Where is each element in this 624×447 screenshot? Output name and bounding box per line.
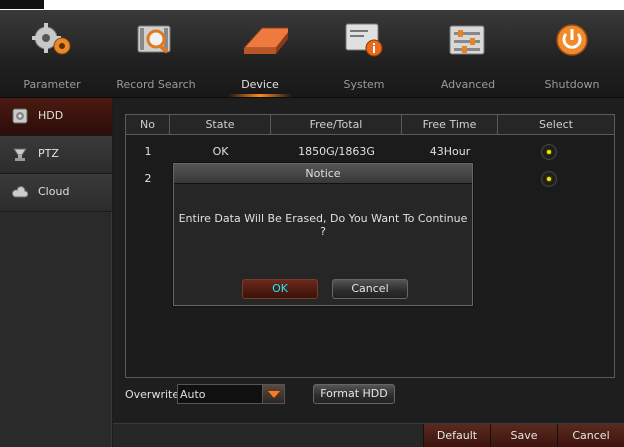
sidebar-item-ptz[interactable]: PTZ: [0, 136, 112, 174]
sidebar-item-label: HDD: [38, 109, 64, 122]
chevron-down-icon[interactable]: [262, 385, 284, 403]
cell-no: 2: [144, 172, 152, 185]
overwrite-value: Auto: [180, 388, 206, 401]
record-search-icon: [137, 25, 171, 54]
cell-free-time: 43Hour: [429, 145, 471, 158]
default-button[interactable]: Default: [423, 424, 490, 447]
cloud-icon: [12, 186, 28, 198]
nav-item-label: Parameter: [23, 78, 81, 91]
footer-bar: Default Save Cancel: [113, 423, 624, 447]
nav-item-label: Device: [241, 78, 279, 91]
dialog-cancel-button[interactable]: Cancel: [332, 279, 408, 299]
sidebar-item-label: PTZ: [38, 147, 59, 160]
table-header: No State Free/Total Free Time Select: [126, 115, 614, 135]
dialog-title: Notice: [174, 164, 472, 184]
nav-item-label: Advanced: [440, 78, 496, 91]
format-hdd-button[interactable]: Format HDD: [313, 384, 395, 404]
power-icon: [556, 24, 588, 56]
gears-icon: [32, 23, 71, 55]
notice-dialog: Notice Entire Data Will Be Erased, Do Yo…: [173, 163, 473, 306]
top-strip-block: [0, 0, 44, 9]
top-nav: Parameter Record Search Device System Ad…: [0, 10, 624, 98]
select-radio[interactable]: [542, 172, 556, 186]
overwrite-label: Overwrite: [125, 388, 180, 401]
ptz-camera-icon: [13, 148, 27, 161]
column-header-free-time: Free Time: [402, 115, 498, 135]
column-header-select: Select: [539, 118, 573, 131]
column-header-state: State: [170, 115, 271, 135]
hdd-icon: [12, 108, 28, 124]
sidebar: HDD PTZ Cloud: [0, 98, 112, 447]
cancel-button[interactable]: Cancel: [557, 424, 624, 447]
system-info-icon: [345, 23, 383, 57]
save-button[interactable]: Save: [490, 424, 557, 447]
sidebar-item-hdd[interactable]: HDD: [0, 98, 112, 136]
nav-item-label: Record Search: [116, 78, 196, 91]
column-header-free-total: Free/Total: [271, 115, 402, 135]
dialog-ok-button[interactable]: OK: [242, 279, 318, 299]
nav-item-label: Shutdown: [544, 78, 600, 91]
sidebar-item-cloud[interactable]: Cloud: [0, 174, 112, 212]
cell-no: 1: [144, 145, 152, 158]
nav-item-record-search[interactable]: Record Search: [104, 10, 208, 98]
dialog-message: Entire Data Will Be Erased, Do You Want …: [178, 212, 468, 238]
select-radio[interactable]: [542, 145, 556, 159]
overwrite-dropdown[interactable]: Auto: [177, 384, 285, 404]
sidebar-item-label: Cloud: [38, 185, 70, 198]
top-strip: [0, 0, 624, 10]
column-header-no: No: [126, 115, 170, 135]
table-row[interactable]: 1 OK 1850G/1863G 43Hour: [126, 139, 614, 165]
cell-state: OK: [212, 145, 229, 158]
nav-item-system[interactable]: System: [312, 10, 416, 98]
nav-item-label: System: [343, 78, 385, 91]
nav-item-shutdown[interactable]: Shutdown: [520, 10, 624, 98]
dvr-app-window: Parameter Record Search Device System Ad…: [0, 0, 624, 447]
hard-disk-icon: [242, 27, 288, 54]
sliders-icon: [449, 25, 485, 55]
nav-item-device[interactable]: Device: [208, 10, 312, 98]
cell-free-total: 1850G/1863G: [298, 145, 375, 158]
nav-item-parameter[interactable]: Parameter: [0, 10, 104, 98]
nav-item-advanced[interactable]: Advanced: [416, 10, 520, 98]
